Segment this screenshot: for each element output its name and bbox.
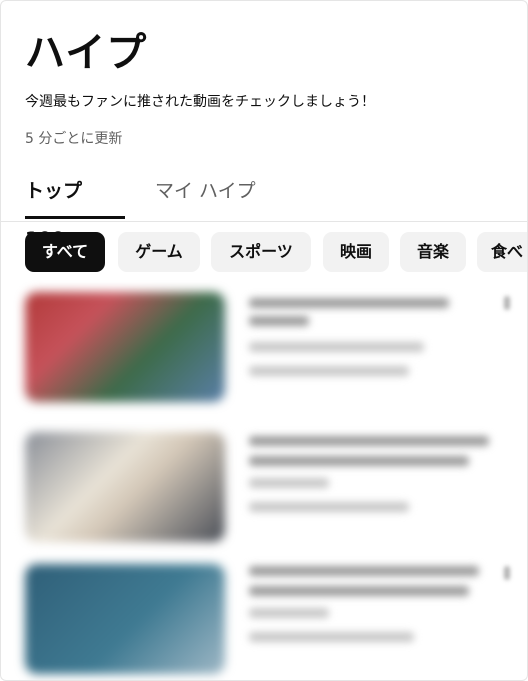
video-item[interactable] [1,558,527,678]
video-meta-blurred [249,502,409,512]
video-thumbnail[interactable] [25,432,225,542]
video-item[interactable] [1,286,527,406]
more-options-icon[interactable] [504,296,510,310]
video-title-blurred-line2 [249,586,469,596]
more-options-icon[interactable] [504,566,510,580]
page-subtitle: 今週最もファンに推された動画をチェックしましょう！ [25,94,375,110]
page-title: ハイプ [25,30,148,76]
tab-top-100[interactable]: トップ 100 [25,167,125,250]
video-item[interactable] [1,426,527,546]
video-meta-blurred [249,366,409,376]
video-title-blurred [249,436,489,446]
video-title-blurred [249,298,449,308]
chip-sports[interactable]: スポーツ [211,232,311,272]
video-thumbnail[interactable] [25,292,225,402]
hype-page: ハイプ 今週最もファンに推された動画をチェックしましょう！ 5 分ごとに更新 ト… [0,0,528,681]
category-chip-bar: すべて ゲーム スポーツ 映画 音楽 食べ [1,232,527,272]
chip-gaming[interactable]: ゲーム [118,232,200,272]
update-frequency-note: 5 分ごとに更新 [25,131,123,147]
video-channel-blurred [249,342,424,352]
chip-movies[interactable]: 映画 [323,232,389,272]
video-channel-blurred [249,478,329,488]
video-title-blurred-line2 [249,316,309,326]
video-title-blurred [249,566,479,576]
video-meta-blurred [249,632,414,642]
tab-my-hype[interactable]: マイ ハイプ [155,167,256,219]
chip-food[interactable]: 食べ [477,232,527,272]
tab-bar: トップ 100 マイ ハイプ [1,167,527,250]
video-thumbnail[interactable] [25,564,225,674]
video-channel-blurred [249,608,329,618]
video-title-blurred-line2 [249,456,469,466]
chip-all[interactable]: すべて [25,232,105,272]
chip-music[interactable]: 音楽 [400,232,466,272]
